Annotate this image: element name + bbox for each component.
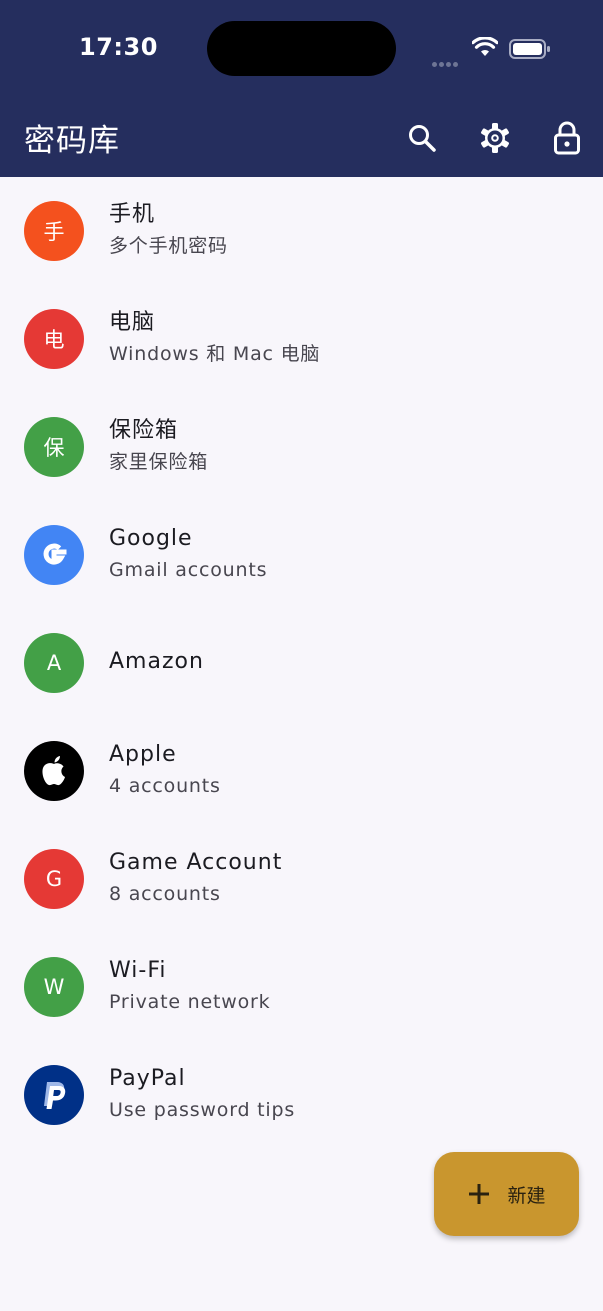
avatar: 电 [24, 309, 84, 369]
item-subtitle: Windows 和 Mac 电脑 [109, 343, 321, 365]
item-title: Amazon [109, 649, 204, 674]
search-button[interactable] [400, 116, 444, 160]
app-bar: 密码库 [0, 98, 603, 177]
item-title: 电脑 [109, 310, 156, 335]
item-subtitle: 4 accounts [109, 775, 221, 797]
cellular-signal-icon [432, 52, 460, 71]
list-item-computer[interactable]: 电 电脑 Windows 和 Mac 电脑 [0, 286, 603, 394]
item-subtitle: 8 accounts [109, 883, 221, 905]
item-subtitle: Gmail accounts [109, 559, 268, 581]
new-entry-button[interactable]: 新建 [434, 1152, 579, 1236]
battery-icon [509, 39, 551, 63]
item-subtitle: 多个手机密码 [109, 235, 228, 257]
item-title: Game Account [109, 850, 283, 875]
lock-button[interactable] [545, 116, 589, 160]
avatar [24, 1065, 84, 1125]
list-item-google[interactable]: Google Gmail accounts [0, 502, 603, 610]
page-title: 密码库 [24, 123, 120, 159]
wifi-icon [471, 36, 499, 61]
item-subtitle: Use password tips [109, 1099, 296, 1121]
status-bar: 17:30 [0, 0, 603, 98]
google-logo-icon [43, 543, 67, 565]
list-item-apple[interactable]: Apple 4 accounts [0, 718, 603, 826]
list-item-safe[interactable]: 保 保险箱 家里保险箱 [0, 394, 603, 502]
list-item-wifi[interactable]: W Wi-Fi Private network [0, 934, 603, 1042]
search-icon [409, 125, 436, 152]
item-title: 手机 [109, 202, 156, 227]
list-item-paypal[interactable]: PayPal Use password tips [0, 1042, 603, 1150]
status-time: 17:30 [79, 33, 158, 61]
list-item-amazon[interactable]: A Amazon [0, 610, 603, 718]
plus-icon [469, 1184, 490, 1204]
dynamic-island [207, 21, 396, 76]
item-subtitle: 家里保险箱 [109, 451, 209, 473]
avatar: W [24, 957, 84, 1017]
item-subtitle: Private network [109, 991, 271, 1013]
item-title: Apple [109, 742, 177, 767]
new-entry-label: 新建 [507, 1184, 546, 1207]
avatar: A [24, 633, 84, 693]
item-title: PayPal [109, 1066, 186, 1091]
list-item-game-account[interactable]: G Game Account 8 accounts [0, 826, 603, 934]
item-title: 保险箱 [109, 418, 179, 443]
settings-button[interactable] [473, 116, 517, 160]
item-title: Wi-Fi [109, 958, 167, 983]
paypal-logo-icon [44, 1082, 66, 1109]
avatar [24, 525, 84, 585]
avatar: 保 [24, 417, 84, 477]
apple-logo-icon [42, 756, 65, 786]
item-title: Google [109, 526, 193, 551]
gear-icon [481, 123, 509, 153]
avatar: 手 [24, 201, 84, 261]
list-item-phone[interactable]: 手 手机 多个手机密码 [0, 178, 603, 286]
avatar: G [24, 849, 84, 909]
password-list: 手 手机 多个手机密码 电 电脑 Windows 和 Mac 电脑 保 保险箱 … [0, 178, 603, 1150]
avatar [24, 741, 84, 801]
lock-icon [554, 121, 580, 155]
